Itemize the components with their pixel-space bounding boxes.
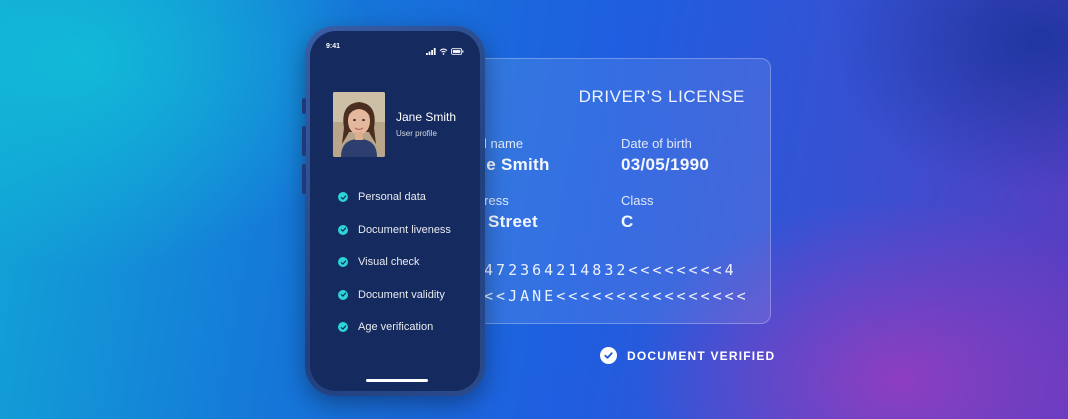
checklist-item-document-liveness: Document liveness xyxy=(338,214,451,247)
status-time: 9:41 xyxy=(326,43,341,50)
battery-icon xyxy=(451,42,464,60)
checklist-item-visual-check: Visual check xyxy=(338,246,451,279)
class-value: C xyxy=(621,212,634,231)
profile-name: Jane Smith xyxy=(396,110,457,124)
mrz-line-1: 0472364214832<<<<<<<<4 xyxy=(472,261,737,279)
avatar xyxy=(333,92,385,157)
checklist-item-personal-data: Personal data xyxy=(338,181,451,214)
check-circle-icon xyxy=(600,347,617,364)
phone-volume-up-button xyxy=(302,126,306,156)
check-icon xyxy=(338,322,348,333)
checklist-label: Document validity xyxy=(358,288,445,301)
check-icon xyxy=(338,224,348,235)
class-label: Class xyxy=(621,193,654,208)
document-verified-badge: DOCUMENT VERIFIED xyxy=(600,347,775,364)
document-verified-text: DOCUMENT VERIFIED xyxy=(627,348,776,363)
drivers-license-card: DRIVER’S LICENSE Full name Jane Smith Da… xyxy=(452,58,771,324)
dob-value: 03/05/1990 xyxy=(621,155,710,174)
mrz-line-2: <<<JANE<<<<<<<<<<<<<<<< xyxy=(472,287,749,305)
checklist-label: Document liveness xyxy=(358,223,451,236)
check-icon xyxy=(338,192,348,203)
phone-side-button xyxy=(302,98,306,114)
checklist-label: Age verification xyxy=(358,321,434,334)
check-icon xyxy=(338,257,348,268)
phone-mockup: 9:41 Jane Smith User profile Personal da… xyxy=(302,26,485,396)
license-title: DRIVER’S LICENSE xyxy=(578,87,745,106)
checklist-label: Visual check xyxy=(358,256,420,269)
signal-icon xyxy=(426,42,436,60)
user-photo-icon xyxy=(333,92,385,157)
dob-label: Date of birth xyxy=(621,136,692,151)
profile-subtitle: User profile xyxy=(396,129,437,138)
check-icon xyxy=(338,289,348,300)
wifi-icon xyxy=(439,42,448,60)
home-indicator[interactable] xyxy=(366,379,428,382)
checklist-label: Personal data xyxy=(358,191,426,204)
phone-screen: 9:41 Jane Smith User profile Personal da… xyxy=(310,31,480,391)
checklist-item-age-verification: Age verification xyxy=(338,311,451,344)
verification-checklist: Personal data Document liveness Visual c… xyxy=(338,181,451,344)
checklist-item-document-validity: Document validity xyxy=(338,279,451,312)
status-icons xyxy=(426,42,464,60)
phone-volume-down-button xyxy=(302,164,306,194)
